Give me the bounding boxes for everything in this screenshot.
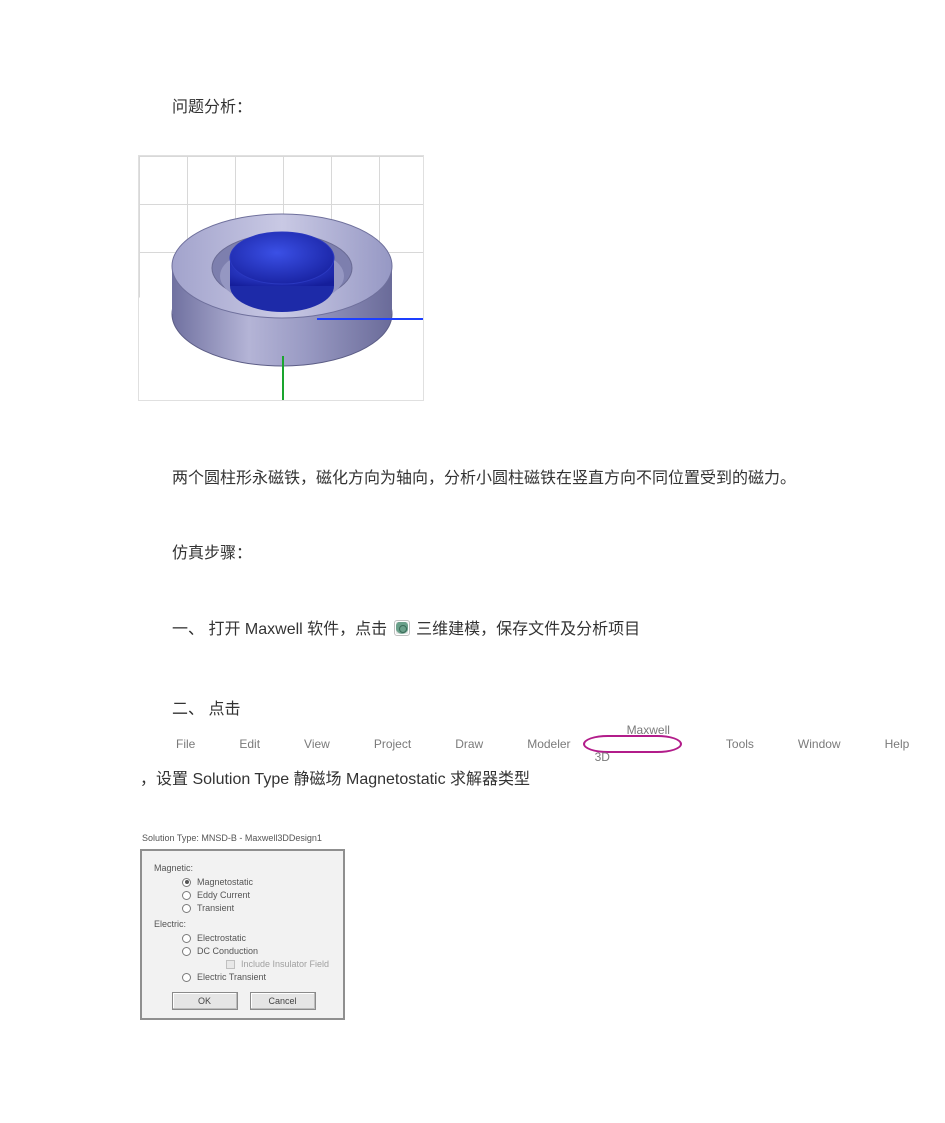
menu-bar-image: File Edit View Project Draw Modeler Maxw… [144, 731, 909, 757]
radio-eddy-current[interactable] [182, 891, 191, 900]
step-2: 二、 点击 File Edit View Project Draw Modele… [140, 692, 805, 798]
menu-window: Window [766, 731, 841, 757]
solution-type-dialog: Magnetic: Magnetostatic Eddy Current Tra… [140, 849, 345, 1020]
label-electric-transient: Electric Transient [197, 972, 266, 982]
menu-project: Project [342, 731, 411, 757]
problem-description: 两个圆柱形永磁铁，磁化方向为轴向，分析小圆柱磁铁在竖直方向不同位置受到的磁力。 [140, 461, 805, 496]
step-2-after-menu: ，设置 Solution Type 静磁场 Magnetostatic 求解器类… [140, 771, 530, 788]
cancel-button[interactable]: Cancel [250, 992, 316, 1010]
radio-magnetostatic[interactable] [182, 878, 191, 887]
label-include-insulator-field: Include Insulator Field [241, 959, 329, 969]
label-transient: Transient [197, 903, 234, 913]
group-magnetic-label: Magnetic: [154, 863, 333, 873]
menu-maxwell-3d-highlight: Maxwell 3D [583, 735, 682, 753]
figure-3d-model [138, 155, 805, 401]
label-eddy-current: Eddy Current [197, 890, 250, 900]
step-2-before-menu: 点击 [208, 701, 240, 718]
radio-electric-transient[interactable] [182, 973, 191, 982]
label-magnetostatic: Magnetostatic [197, 877, 253, 887]
axis-y-line [282, 356, 284, 401]
step-1-before-icon: 打开 Maxwell 软件，点击 [208, 621, 387, 638]
radio-electrostatic[interactable] [182, 934, 191, 943]
menu-file: File [144, 731, 195, 757]
label-dc-conduction: DC Conduction [197, 946, 258, 956]
heading-simulation-steps: 仿真步骤： [140, 536, 805, 571]
menu-help: Help [853, 731, 910, 757]
label-electrostatic: Electrostatic [197, 933, 246, 943]
maxwell-3d-design-icon [394, 620, 410, 636]
menu-edit: Edit [207, 731, 260, 757]
radio-transient[interactable] [182, 904, 191, 913]
step-2-number: 二、 [172, 701, 204, 718]
axis-x-line [317, 318, 424, 320]
step-1-number: 一、 [172, 621, 204, 638]
ok-button[interactable]: OK [172, 992, 238, 1010]
step-1: 一、 打开 Maxwell 软件，点击 三维建模，保存文件及分析项目 [140, 612, 805, 647]
checkbox-include-insulator-field[interactable] [226, 960, 235, 969]
heading-problem-analysis: 问题分析： [140, 90, 805, 125]
group-electric-label: Electric: [154, 919, 333, 929]
menu-draw: Draw [423, 731, 483, 757]
dialog-title: Solution Type: MNSD-B - Maxwell3DDesign1 [142, 833, 347, 843]
menu-view: View [272, 731, 330, 757]
menu-tools: Tools [694, 731, 754, 757]
radio-dc-conduction[interactable] [182, 947, 191, 956]
solution-type-dialog-figure: Solution Type: MNSD-B - Maxwell3DDesign1… [140, 833, 805, 1020]
step-1-after-icon: 三维建模，保存文件及分析项目 [416, 621, 640, 638]
menu-modeler: Modeler [495, 731, 570, 757]
